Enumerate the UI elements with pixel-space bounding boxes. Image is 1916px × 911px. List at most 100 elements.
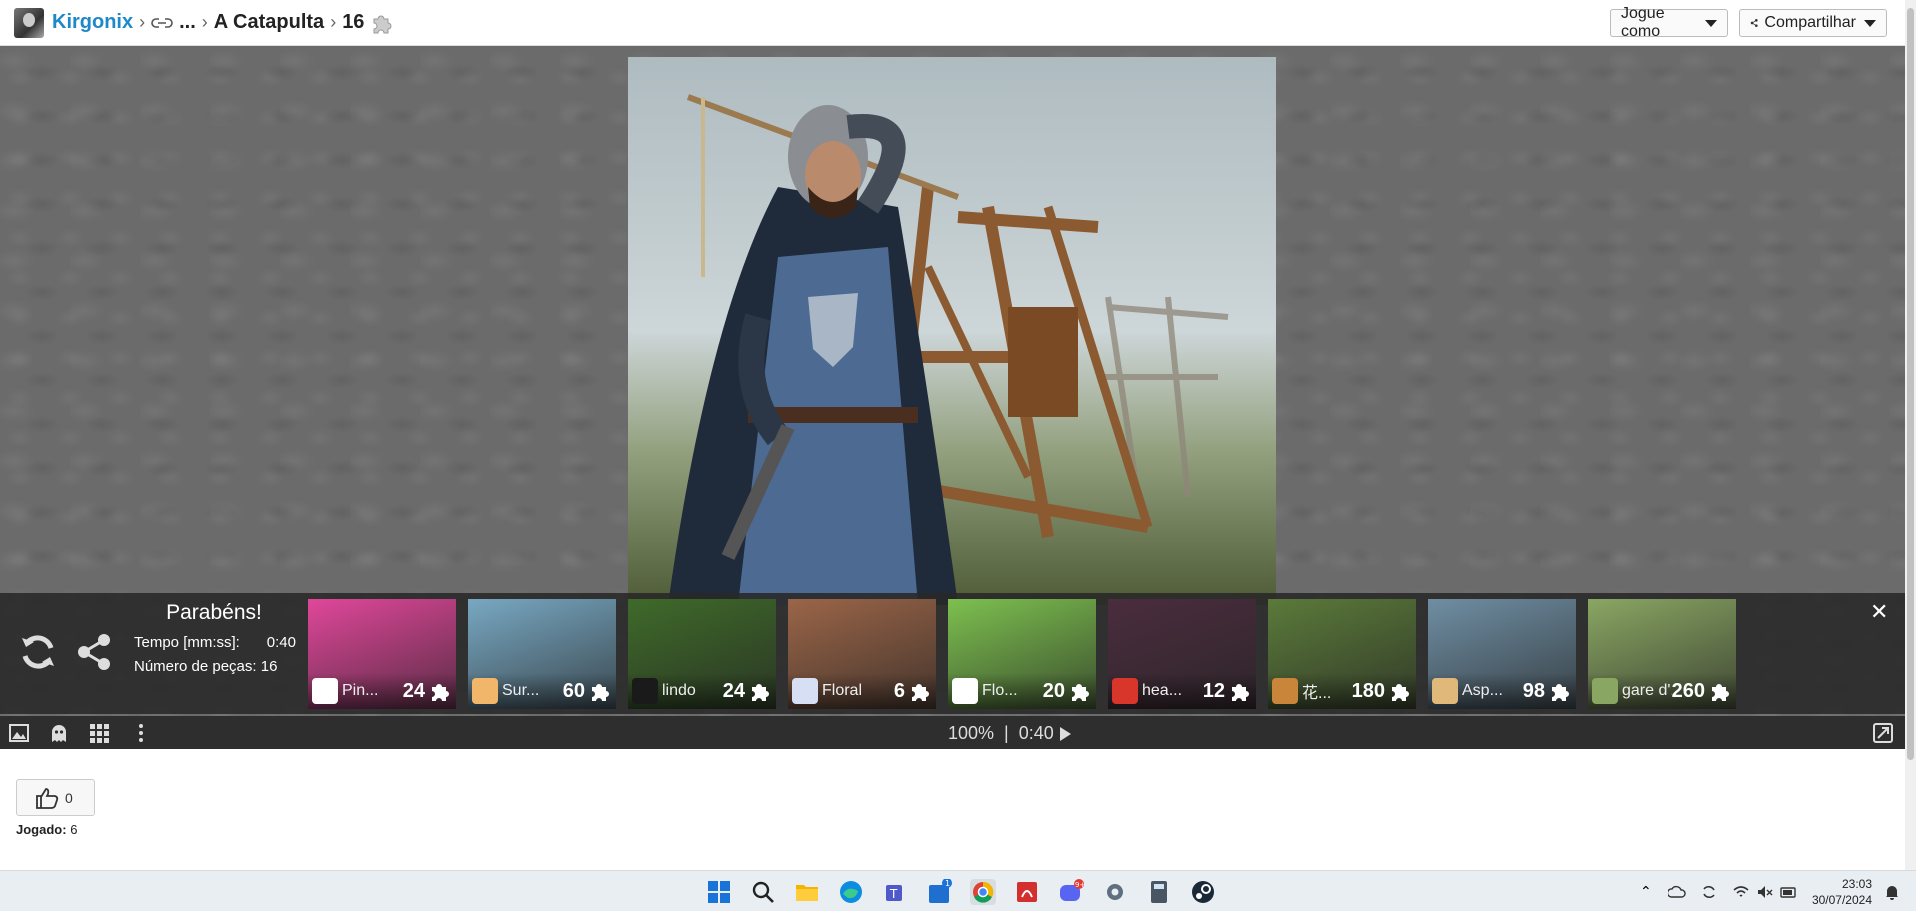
thumb-badge-icon (792, 678, 818, 704)
play-icon[interactable] (1059, 726, 1071, 741)
related-puzzle-thumb[interactable]: Sur... 60 (468, 599, 616, 709)
share-icon[interactable] (72, 630, 116, 674)
puzzle-piece-icon (1232, 684, 1249, 701)
chevron-up-icon[interactable]: ⌃ (1640, 883, 1658, 901)
ghost-icon[interactable] (48, 722, 70, 744)
thumb-piece-count: 98 (1522, 679, 1545, 702)
microsoft-store-icon[interactable]: 1 (926, 879, 952, 905)
volume-muted-icon[interactable] (1756, 883, 1774, 901)
related-puzzles: Pin... 24 Sur... 60 lindo 24 Floral 6 Fl… (308, 599, 1736, 709)
related-puzzle-thumb[interactable]: Pin... 24 (308, 599, 456, 709)
related-puzzle-thumb[interactable]: Flo... 20 (948, 599, 1096, 709)
thumb-footer: Pin... 24 (308, 673, 456, 709)
system-clock[interactable]: 23:03 30/07/2024 (1808, 876, 1872, 908)
grid-icon[interactable] (88, 722, 110, 744)
played-count: Jogado: 6 (16, 822, 77, 837)
thumb-badge-icon (472, 678, 498, 704)
played-value: 6 (70, 822, 78, 837)
thumb-label: Sur... (502, 682, 540, 699)
sync-icon[interactable] (1700, 883, 1718, 901)
thumb-footer: Flo... 20 (948, 673, 1096, 709)
search-icon[interactable] (750, 879, 776, 905)
thumb-label: gare d'... (1622, 682, 1672, 699)
teams-icon[interactable]: T (882, 879, 908, 905)
image-icon[interactable] (8, 722, 30, 744)
congrats-title: Parabéns! (166, 601, 262, 624)
puzzle-piece-icon (1392, 684, 1409, 701)
thumb-footer: gare d'... 260 (1588, 673, 1736, 709)
page-scrollbar[interactable] (1905, 0, 1916, 870)
store-badge: 1 (945, 879, 950, 888)
time-value: 0:40 (266, 634, 296, 651)
puzzle-piece-icon (752, 684, 769, 701)
calculator-icon[interactable] (1146, 879, 1172, 905)
pdf-reader-icon[interactable] (1014, 879, 1040, 905)
play-as-button[interactable]: Jogue como (1610, 5, 1728, 40)
breadcrumb-ellipsis[interactable]: ... (179, 11, 196, 34)
more-icon[interactable] (130, 722, 152, 744)
notification-bell-icon[interactable] (1883, 883, 1901, 901)
thumb-badge-icon (312, 678, 338, 704)
breadcrumb: Kirgonix › ... › A Catapulta › 16 (52, 11, 394, 35)
thumb-badge-icon (1432, 678, 1458, 704)
fullscreen-icon[interactable] (1872, 722, 1894, 744)
file-explorer-icon[interactable] (794, 879, 820, 905)
thumb-footer: Sur... 60 (468, 673, 616, 709)
related-puzzle-thumb[interactable]: Asp... 98 (1428, 599, 1576, 709)
settings-gear-icon[interactable] (1102, 879, 1128, 905)
thumb-piece-count: 60 (562, 679, 585, 702)
thumb-label: hea... (1142, 682, 1183, 699)
thumb-piece-count: 24 (402, 679, 425, 702)
chevron-right-icon: › (201, 12, 208, 32)
breadcrumb-title[interactable]: A Catapulta (214, 11, 324, 34)
like-button[interactable]: 0 (16, 779, 95, 816)
thumb-label: Floral (822, 682, 863, 699)
congratulations-panel: Parabéns! Tempo [mm:ss]: 0:40 Número de … (0, 593, 1905, 714)
svg-text:T: T (889, 887, 898, 901)
puzzle-piece-icon (432, 684, 449, 701)
link-icon[interactable] (151, 16, 173, 30)
thumb-footer: lindo 24 (628, 673, 776, 709)
steam-icon[interactable] (1190, 879, 1216, 905)
related-puzzle-thumb[interactable]: Floral 6 (788, 599, 936, 709)
related-puzzle-thumb[interactable]: hea... 12 (1108, 599, 1256, 709)
played-label: Jogado: (16, 822, 67, 837)
puzzle-piece-icon (592, 684, 609, 701)
clock-date: 30/07/2024 (1811, 893, 1872, 907)
chevron-right-icon: › (330, 12, 337, 32)
onedrive-cloud-icon[interactable] (1668, 883, 1686, 901)
thumb-badge-icon (1112, 678, 1138, 704)
result-stats: Tempo [mm:ss]: 0:40 Número de peças: 16 (134, 631, 296, 679)
related-puzzle-thumb[interactable]: 花... 180 (1268, 599, 1416, 709)
close-icon[interactable]: ✕ (1870, 599, 1888, 625)
windows-start-icon[interactable] (706, 879, 732, 905)
caret-down-icon (1864, 19, 1876, 27)
thumb-label: Pin... (342, 682, 379, 699)
user-avatar[interactable] (14, 7, 44, 38)
edge-browser-icon[interactable] (838, 879, 864, 905)
pieces-count: Número de peças: 16 (134, 658, 278, 675)
battery-icon[interactable] (1780, 883, 1798, 901)
breadcrumb-pieces[interactable]: 16 (342, 11, 364, 34)
share-dropdown-button[interactable]: Compartilhar (1739, 9, 1887, 37)
caret-down-icon (1705, 19, 1717, 27)
chevron-right-icon: › (139, 12, 146, 32)
time-label: Tempo [mm:ss]: (134, 634, 240, 651)
scroll-thumb[interactable] (1907, 8, 1914, 760)
thumb-piece-count: 12 (1202, 679, 1225, 702)
like-count: 0 (65, 789, 73, 806)
thumb-footer: 花... 180 (1268, 673, 1416, 709)
timer: 0:40 (1018, 723, 1054, 743)
related-puzzle-thumb[interactable]: lindo 24 (628, 599, 776, 709)
wifi-icon[interactable] (1732, 883, 1750, 901)
refresh-icon[interactable] (16, 630, 60, 674)
breadcrumb-user[interactable]: Kirgonix (52, 11, 133, 34)
thumb-piece-count: 20 (1042, 679, 1065, 702)
chrome-icon[interactable] (970, 879, 996, 905)
thumb-piece-count: 260 (1671, 679, 1705, 702)
discord-icon[interactable]: 9+ (1058, 879, 1084, 905)
zoom-timer: 100% | 0:40 (948, 723, 1071, 744)
zoom-level[interactable]: 100% (948, 723, 994, 744)
related-puzzle-thumb[interactable]: gare d'... 260 (1588, 599, 1736, 709)
separator: | (1004, 723, 1009, 743)
